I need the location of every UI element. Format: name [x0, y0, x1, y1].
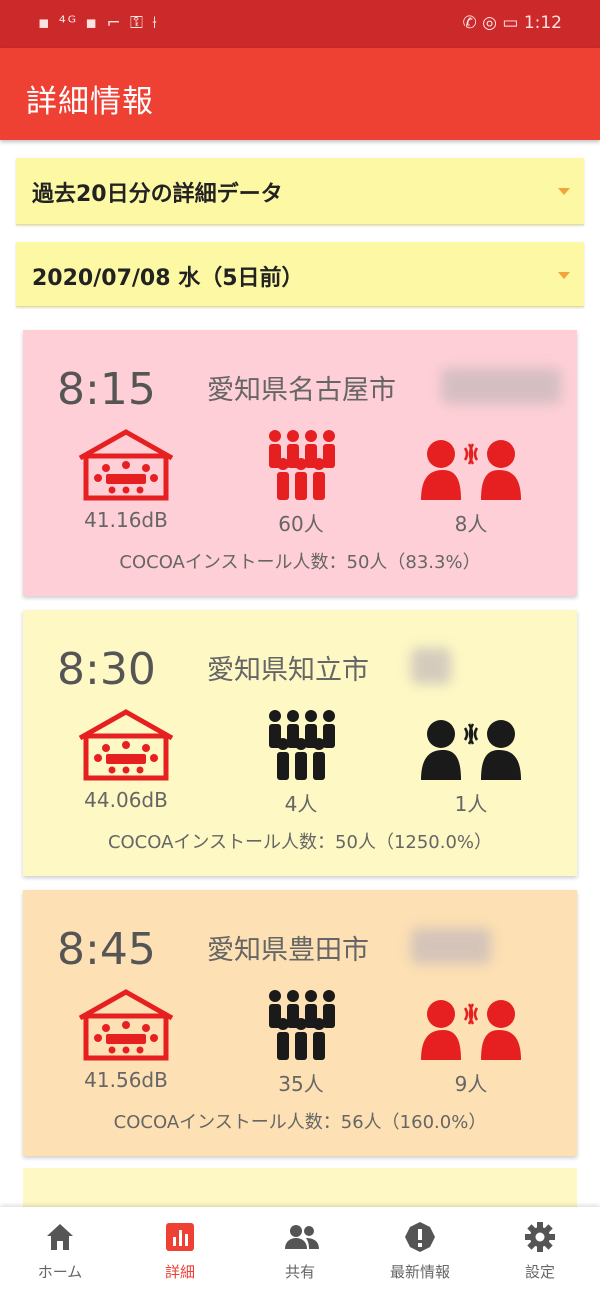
contact-count: 1人 — [454, 792, 488, 816]
card-partial[interactable] — [23, 1168, 577, 1208]
crowd-icon — [257, 988, 347, 1066]
nav-settings-label: 設定 — [524, 1263, 555, 1281]
contact-icon — [421, 716, 521, 784]
nav-details[interactable]: 詳細 — [120, 1207, 240, 1297]
visit-card[interactable]: 8:45 愛知県豊田市 41.56dB 35人 9人 COCOAインストール人数… — [23, 890, 577, 1156]
contact-count: 8人 — [454, 512, 488, 536]
period-dropdown-label: 過去20日分の詳細データ — [32, 182, 283, 207]
people-count: 35人 — [278, 1072, 324, 1096]
redacted-address — [441, 368, 561, 404]
room-icon — [76, 708, 176, 786]
nav-share[interactable]: 共有 — [240, 1207, 360, 1297]
page-title: 詳細情報 — [26, 84, 154, 120]
app-bar: 詳細情報 — [0, 48, 600, 140]
contact-count: 9人 — [454, 1072, 488, 1096]
crowd-icon — [257, 428, 347, 506]
visit-time: 8:15 — [57, 364, 156, 415]
visit-card[interactable]: 8:15 愛知県名古屋市 41.16dB 60人 8人 COCOAインストール人… — [23, 330, 577, 596]
contact-icon — [421, 436, 521, 504]
contact-icon — [421, 996, 521, 1064]
nav-settings[interactable]: 設定 — [480, 1207, 600, 1297]
visit-time: 8:30 — [57, 644, 156, 695]
redacted-address — [411, 648, 451, 684]
decibel-value: 44.06dB — [84, 788, 168, 812]
cocoa-install-count: COCOAインストール人数：50人（83.3%） — [119, 552, 481, 573]
status-icons-right: ✆ ◎ ▭ 1:12 — [462, 13, 562, 33]
decibel-value: 41.56dB — [84, 1068, 168, 1092]
nav-home-label: ホーム — [37, 1263, 83, 1281]
people-count: 60人 — [278, 512, 324, 536]
alert-icon — [405, 1222, 435, 1252]
dropdown-arrow-icon — [558, 272, 570, 279]
people-icon — [285, 1225, 319, 1249]
visit-time: 8:45 — [57, 924, 156, 975]
date-dropdown-label: 2020/07/08 水（5日前） — [32, 266, 304, 291]
bottom-navigation: ホーム 詳細 共有 最新情報 設定 — [0, 1207, 600, 1297]
visit-place: 愛知県豊田市 — [207, 935, 369, 966]
crowd-icon — [257, 708, 347, 786]
decibel-value: 41.16dB — [84, 508, 168, 532]
room-icon — [76, 988, 176, 1066]
status-bar: ▪ ⁴ᴳ ▪ ⌐ ⚿ ⟊ ✆ ◎ ▭ 1:12 — [0, 0, 600, 48]
people-count: 4人 — [284, 792, 318, 816]
nav-news-label: 最新情報 — [389, 1263, 450, 1281]
redacted-address — [411, 928, 491, 964]
nav-share-label: 共有 — [284, 1263, 315, 1281]
home-icon — [47, 1224, 73, 1250]
cocoa-install-count: COCOAインストール人数：50人（1250.0%） — [107, 832, 493, 853]
nav-home[interactable]: ホーム — [0, 1207, 120, 1297]
dropdown-arrow-icon — [558, 188, 570, 195]
chart-icon — [166, 1223, 194, 1251]
nav-details-label: 詳細 — [164, 1263, 195, 1281]
visit-place: 愛知県名古屋市 — [207, 375, 396, 406]
visit-place: 愛知県知立市 — [207, 655, 369, 686]
cocoa-install-count: COCOAインストール人数：56人（160.0%） — [113, 1112, 487, 1133]
date-dropdown[interactable]: 2020/07/08 水（5日前） — [16, 242, 584, 307]
gear-icon — [525, 1222, 555, 1252]
period-dropdown[interactable]: 過去20日分の詳細データ — [16, 158, 584, 225]
status-icons-left: ▪ ⁴ᴳ ▪ ⌐ ⚿ ⟊ — [38, 13, 159, 33]
room-icon — [76, 428, 176, 506]
nav-news[interactable]: 最新情報 — [360, 1207, 480, 1297]
visit-card[interactable]: 8:30 愛知県知立市 44.06dB 4人 1人 COCOAインストール人数：… — [23, 610, 577, 876]
